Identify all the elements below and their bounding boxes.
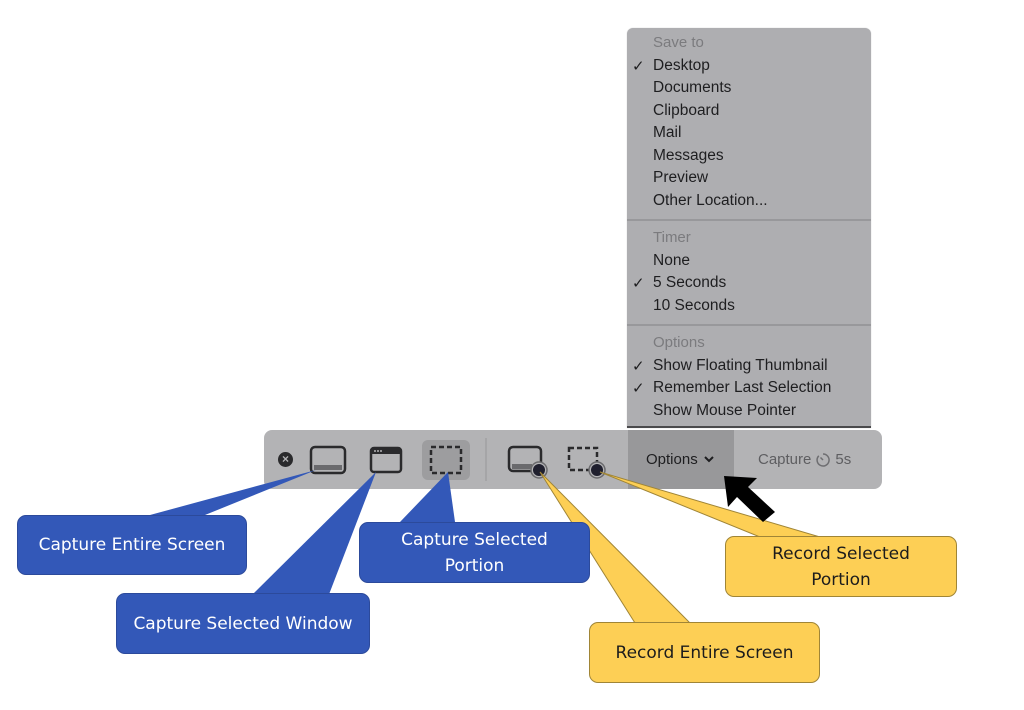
callout-capture-entire-screen: Capture Entire Screen xyxy=(17,515,247,575)
menu-item-clipboard[interactable]: Clipboard xyxy=(653,102,719,120)
checkmark-icon: ✓ xyxy=(632,380,645,397)
menu-item-desktop[interactable]: ✓ Desktop xyxy=(632,57,710,75)
checkmark-icon: ✓ xyxy=(632,358,645,375)
dashed-selection-record-icon xyxy=(567,446,606,479)
menu-item-messages[interactable]: Messages xyxy=(653,147,724,165)
menu-item-other-location[interactable]: Other Location... xyxy=(653,192,768,210)
menu-separator xyxy=(627,324,871,326)
menu-item-label: Show Floating Thumbnail xyxy=(653,357,828,374)
menu-item-documents[interactable]: Documents xyxy=(653,79,731,97)
menu-item-remember-last-selection[interactable]: ✓ Remember Last Selection xyxy=(632,379,832,397)
screenshot-toolbar: × Options Capture 5s xyxy=(264,430,882,489)
menu-item-timer-10-seconds[interactable]: 10 Seconds xyxy=(653,297,735,315)
capture-button[interactable]: Capture 5s xyxy=(758,451,851,468)
options-text: Options xyxy=(646,451,698,468)
screen-record-icon xyxy=(507,445,548,479)
chevron-down-icon xyxy=(704,456,714,463)
menu-item-label: Desktop xyxy=(653,57,710,74)
callout-capture-selected-portion: Capture Selected Portion xyxy=(359,522,590,583)
menu-separator xyxy=(627,219,871,221)
checkmark-icon: ✓ xyxy=(632,58,645,75)
menu-item-preview[interactable]: Preview xyxy=(653,169,708,187)
window-icon xyxy=(369,446,403,474)
pointer-capture-selected-window xyxy=(250,472,376,597)
menu-item-show-mouse-pointer[interactable]: Show Mouse Pointer xyxy=(653,402,796,420)
capture-selected-window-button[interactable] xyxy=(362,440,410,480)
capture-selected-portion-button[interactable] xyxy=(422,440,470,480)
menu-item-timer-none[interactable]: None xyxy=(653,252,690,270)
menu-item-mail[interactable]: Mail xyxy=(653,124,681,142)
options-button[interactable]: Options xyxy=(628,430,734,489)
dashed-selection-icon xyxy=(429,445,463,475)
capture-entire-screen-button[interactable] xyxy=(304,440,352,480)
options-label: Options xyxy=(646,451,715,468)
menu-item-show-floating-thumbnail[interactable]: ✓ Show Floating Thumbnail xyxy=(632,357,828,375)
capture-label: Capture xyxy=(758,451,812,468)
record-entire-screen-button[interactable] xyxy=(502,440,550,480)
record-selected-portion-button[interactable] xyxy=(560,440,608,480)
close-icon[interactable]: × xyxy=(278,452,293,467)
timer-label: 5s xyxy=(835,451,852,468)
menu-header-timer: Timer xyxy=(653,229,691,246)
toolbar-divider xyxy=(485,438,487,481)
menu-header-save-to: Save to xyxy=(653,34,704,51)
menu-header-options: Options xyxy=(653,334,705,351)
checkmark-icon: ✓ xyxy=(632,275,645,292)
callout-record-entire-screen: Record Entire Screen xyxy=(589,622,820,683)
menu-item-label: Remember Last Selection xyxy=(653,379,832,396)
callout-capture-selected-window: Capture Selected Window xyxy=(116,593,370,654)
menu-item-label: 5 Seconds xyxy=(653,274,727,291)
callout-record-selected-portion: Record Selected Portion xyxy=(725,536,957,597)
timer-icon xyxy=(816,452,831,467)
screen-icon xyxy=(309,445,347,475)
options-menu: Save to ✓ Desktop Documents Clipboard Ma… xyxy=(627,28,871,428)
menu-item-timer-5-seconds[interactable]: ✓ 5 Seconds xyxy=(632,274,727,292)
